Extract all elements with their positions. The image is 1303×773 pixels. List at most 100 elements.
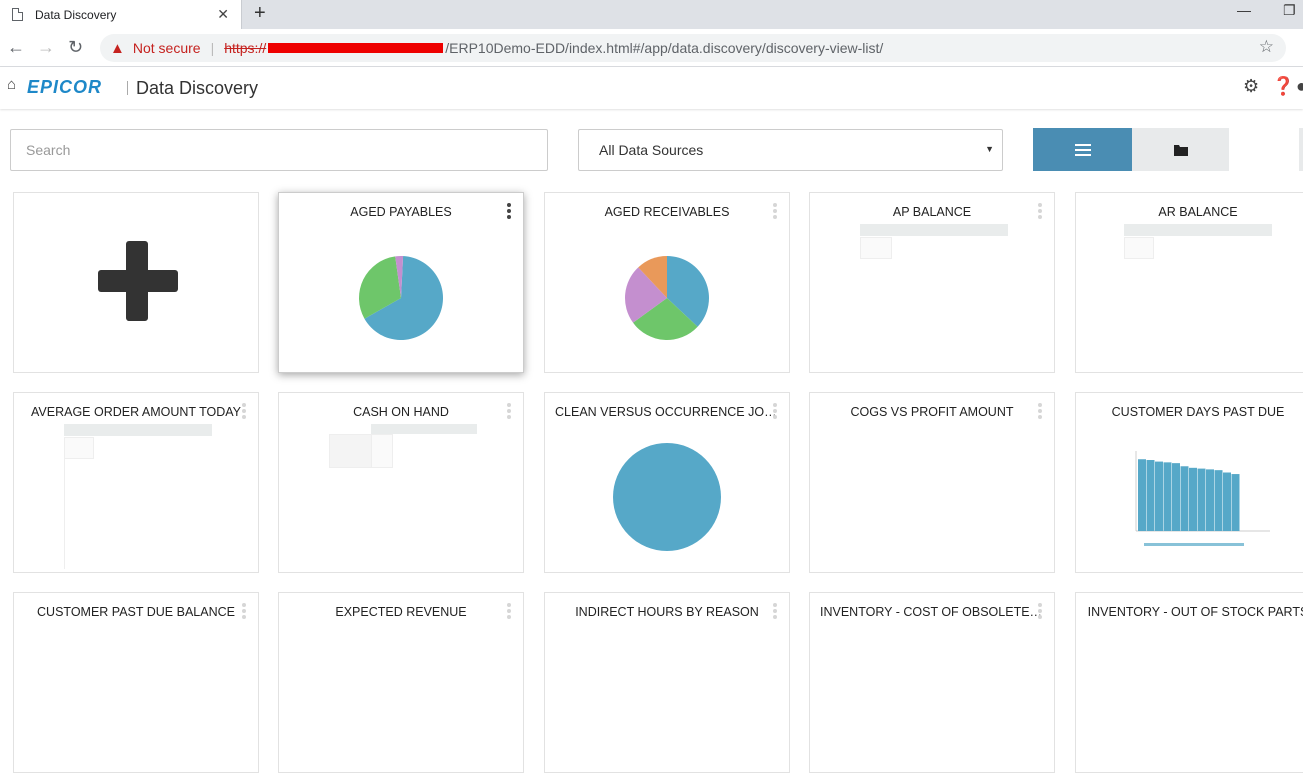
browser-tab-strip: Data Discovery ✕ + — ❐	[0, 0, 1303, 29]
bar	[1180, 466, 1189, 531]
warning-icon: ▲	[110, 39, 125, 57]
more-options-icon[interactable]	[773, 203, 777, 221]
add-view-card[interactable]	[13, 192, 259, 373]
view-card[interactable]: AGED RECEIVABLES	[544, 192, 790, 373]
address-toolbar: ← → ↻ ▲ Not secure | https:// /ERP10Demo…	[0, 29, 1303, 67]
restore-button[interactable]: ❐	[1283, 2, 1296, 19]
bar	[1189, 467, 1197, 531]
bar	[1197, 468, 1206, 531]
bar	[1172, 463, 1180, 531]
card-title: CLEAN VERSUS OCCURRENCE JOBS	[555, 405, 781, 419]
url-bar[interactable]: ▲ Not secure | https:// /ERP10Demo-EDD/i…	[100, 34, 1286, 62]
view-card[interactable]: INDIRECT HOURS BY REASON	[544, 592, 790, 773]
table-thumbnail-header	[1124, 224, 1272, 236]
card-title: AP BALANCE	[892, 205, 972, 219]
view-card[interactable]: INVENTORY - COST OF OBSOLETE L...	[809, 592, 1055, 773]
url-separator: |	[210, 40, 215, 56]
folder-view-button[interactable]	[1132, 128, 1229, 171]
more-options-icon[interactable]	[507, 403, 511, 421]
bar	[1223, 472, 1231, 531]
view-card[interactable]: COGS VS PROFIT AMOUNT	[809, 392, 1055, 573]
search-field[interactable]	[10, 129, 548, 171]
more-options-icon[interactable]	[773, 403, 777, 421]
url-scheme: https://	[224, 40, 267, 56]
redaction-bar	[268, 43, 444, 53]
card-title: CUSTOMER PAST DUE BALANCE	[37, 605, 235, 619]
more-options-icon[interactable]	[242, 403, 246, 421]
card-title: AGED RECEIVABLES	[604, 205, 730, 219]
app-header: ⌂ EPICOR Data Discovery ⚙ ❓ ●	[0, 67, 1303, 109]
view-card[interactable]: AGED PAYABLES	[278, 192, 524, 373]
table-thumbnail-header	[371, 424, 477, 434]
more-options-icon[interactable]	[242, 603, 246, 621]
data-source-select[interactable]: All Data Sources ▼	[578, 129, 1003, 171]
view-card[interactable]: AR BALANCE	[1075, 192, 1303, 373]
bar	[1231, 474, 1240, 531]
more-options-icon[interactable]	[507, 603, 511, 621]
home-icon[interactable]: ⌂	[7, 76, 16, 93]
page-title: Data Discovery	[136, 78, 259, 98]
new-tab-button[interactable]: +	[254, 2, 266, 25]
view-card[interactable]: EXPECTED REVENUE	[278, 592, 524, 773]
table-thumbnail	[64, 437, 94, 459]
forward-arrow-icon[interactable]: →	[37, 37, 55, 58]
pie-chart	[359, 256, 443, 340]
card-title: AVERAGE ORDER AMOUNT TODAY	[31, 405, 241, 419]
url-path: /ERP10Demo-EDD/index.html#/app/data.disc…	[445, 40, 884, 56]
minimize-button[interactable]: —	[1237, 2, 1251, 18]
pie-chart	[625, 256, 709, 340]
table-thumbnail-header	[64, 424, 212, 436]
pie-slice	[613, 443, 721, 551]
more-options-icon[interactable]	[773, 603, 777, 621]
back-arrow-icon[interactable]: ←	[7, 37, 25, 58]
plus-icon-bar	[98, 270, 178, 292]
view-card[interactable]: CASH ON HAND	[278, 392, 524, 573]
close-tab-icon[interactable]: ✕	[217, 6, 229, 23]
settings-gears-icon[interactable]: ⚙	[1243, 76, 1259, 97]
table-thumbnail	[860, 237, 892, 259]
table-thumbnail-header	[860, 224, 1008, 236]
page-icon	[12, 8, 23, 21]
view-card[interactable]: CUSTOMER DAYS PAST DUE	[1075, 392, 1303, 573]
view-card[interactable]: CUSTOMER PAST DUE BALANCE	[13, 592, 259, 773]
more-options-icon[interactable]	[1038, 403, 1042, 421]
data-source-value: All Data Sources	[599, 142, 704, 158]
card-title: CASH ON HAND	[353, 405, 449, 419]
table-thumbnail-divider	[64, 459, 65, 569]
bar	[1214, 470, 1223, 531]
more-button[interactable]	[1299, 128, 1303, 171]
list-icon	[1074, 143, 1091, 156]
card-title: AR BALANCE	[1158, 205, 1238, 219]
security-label: Not secure	[132, 40, 201, 56]
list-view-button[interactable]	[1033, 128, 1132, 171]
x-axis-label-bar	[1144, 543, 1244, 546]
bar	[1163, 462, 1172, 531]
header-divider	[127, 81, 128, 95]
tab-title: Data Discovery	[35, 7, 117, 22]
view-card[interactable]: INVENTORY - OUT OF STOCK PARTS	[1075, 592, 1303, 773]
dropdown-caret-icon: ▼	[985, 144, 994, 154]
more-options-icon[interactable]	[507, 203, 511, 221]
view-card[interactable]: AVERAGE ORDER AMOUNT TODAY	[13, 392, 259, 573]
pie-chart	[613, 443, 721, 551]
view-card[interactable]: AP BALANCE	[809, 192, 1055, 373]
card-title: AGED PAYABLES	[350, 205, 452, 219]
table-thumbnail	[1124, 237, 1154, 259]
search-input[interactable]	[26, 142, 547, 158]
bookmark-star-icon[interactable]: ☆	[1259, 37, 1274, 57]
card-title: CUSTOMER DAYS PAST DUE	[1111, 405, 1285, 419]
card-title: INVENTORY - OUT OF STOCK PARTS	[1087, 605, 1303, 619]
card-title: EXPECTED REVENUE	[335, 605, 467, 619]
more-options-icon[interactable]	[1038, 203, 1042, 221]
epicor-logo: EPICOR	[27, 77, 103, 97]
browser-tab[interactable]: Data Discovery ✕	[0, 0, 242, 29]
reload-icon[interactable]: ↻	[68, 37, 83, 58]
bar	[1206, 469, 1214, 531]
more-options-icon[interactable]	[1038, 603, 1042, 621]
user-icon[interactable]: ●	[1296, 76, 1303, 97]
card-title: COGS VS PROFIT AMOUNT	[850, 405, 1014, 419]
view-card[interactable]: CLEAN VERSUS OCCURRENCE JOBS	[544, 392, 790, 573]
card-title: INVENTORY - COST OF OBSOLETE L...	[820, 605, 1051, 619]
help-icon[interactable]: ❓	[1272, 76, 1294, 97]
bar-chart	[1135, 451, 1270, 546]
